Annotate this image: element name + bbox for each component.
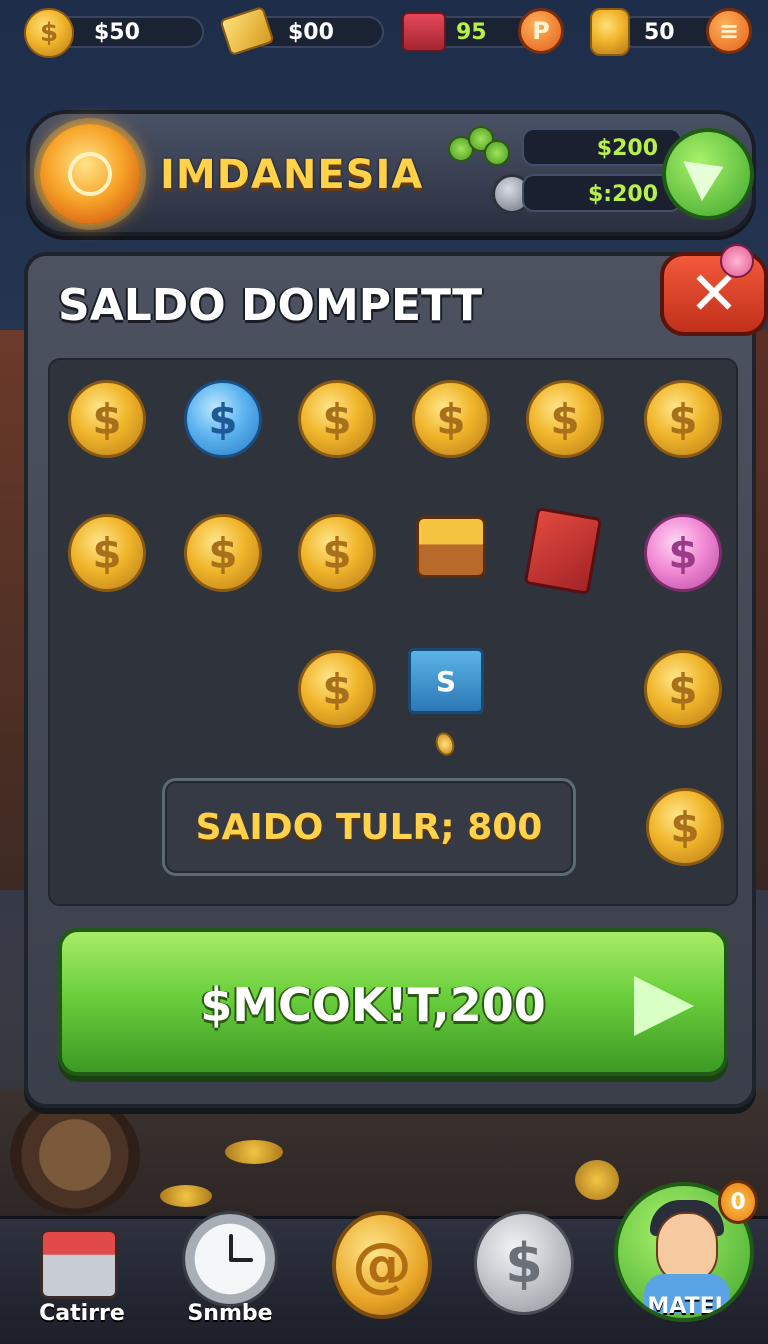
gold-coin-item[interactable]: $ <box>526 380 604 458</box>
nav-item-center-coin[interactable]: @ <box>330 1211 434 1344</box>
treasure-chest-item[interactable] <box>416 516 486 578</box>
coin-stack-icon <box>590 8 630 56</box>
resource-bar: $ $50 $00 95 P 50 ≡ <box>0 5 768 58</box>
gold-coin-nav-icon: @ <box>332 1211 432 1319</box>
close-badge-icon <box>720 244 754 278</box>
silver-coin-nav-icon: $ <box>474 1211 574 1315</box>
avatar-face <box>656 1212 718 1282</box>
gold-bars-counter[interactable]: $00 <box>219 5 384 57</box>
coin-icon: $ <box>24 8 74 58</box>
background-barrel <box>10 1095 140 1215</box>
header-title: IMDANESIA <box>160 152 424 198</box>
nav-item-catirre[interactable]: Catirre <box>12 1219 152 1344</box>
small-coin-icon <box>432 729 458 759</box>
nav-label-catirre: Catirre <box>39 1301 125 1326</box>
pink-coin-item[interactable]: $ <box>644 514 722 592</box>
nav-label-snmbe: Snmbe <box>187 1301 273 1326</box>
dialog-title: SALDO DOMPETT <box>58 280 483 331</box>
background-coin <box>575 1160 619 1200</box>
arrow-right-icon <box>634 976 694 1036</box>
gold-coin-item[interactable]: $ <box>646 788 724 866</box>
gold-coin-item[interactable]: $ <box>644 380 722 458</box>
gold-coin-item[interactable]: $ <box>298 650 376 728</box>
shop-stall-icon <box>40 1229 118 1299</box>
item-grid: $ $ $ $ $ $ $ $ $ $ $ S $ $ SAIDO TULR; … <box>48 358 738 906</box>
coins-value: $50 <box>94 20 140 45</box>
gift-value: 95 <box>456 20 487 45</box>
clover-icon <box>448 126 514 172</box>
stack-counter[interactable]: 50 ≡ <box>588 8 756 56</box>
gold-bars-value: $00 <box>288 20 334 45</box>
header-value-bottom: $:200 <box>522 174 682 212</box>
gold-coin-item[interactable]: $ <box>184 514 262 592</box>
header-panel: IMDANESIA $200 $:200 <box>26 110 756 236</box>
gold-coin-item[interactable]: $ <box>68 514 146 592</box>
menu-button[interactable]: ≡ <box>706 8 752 54</box>
balance-total-box: SAIDO TULR; 800 <box>162 778 576 876</box>
stack-value: 50 <box>644 20 675 45</box>
sun-emblem-icon <box>40 124 140 224</box>
red-book-item[interactable] <box>523 506 603 596</box>
blue-gift-box-item[interactable]: S <box>408 648 484 714</box>
checkout-button-label: $MCOK!T,200 <box>200 978 546 1032</box>
gold-coin-item[interactable]: $ <box>298 514 376 592</box>
gold-coin-item[interactable]: $ <box>68 380 146 458</box>
go-button[interactable] <box>662 128 754 220</box>
nav-item-silver-coin[interactable]: $ <box>472 1211 576 1344</box>
p-button[interactable]: P <box>518 8 564 54</box>
profile-label: MATEL <box>647 1294 729 1319</box>
background-coin <box>160 1185 212 1207</box>
gift-counter[interactable]: 95 P <box>400 8 568 54</box>
header-value-top: $200 <box>522 128 682 166</box>
checkout-button[interactable]: $MCOK!T,200 <box>58 928 728 1076</box>
gold-bar-icon <box>219 5 275 57</box>
gold-coin-item[interactable]: $ <box>412 380 490 458</box>
coins-counter[interactable]: $ $50 <box>24 8 204 58</box>
gold-coin-item[interactable]: $ <box>644 650 722 728</box>
nav-item-snmbe[interactable]: Snmbe <box>160 1211 300 1344</box>
balance-total-text: SAIDO TULR; 800 <box>195 807 543 848</box>
clock-icon <box>182 1211 278 1307</box>
gold-coin-item[interactable]: $ <box>298 380 376 458</box>
background-coin <box>225 1140 283 1164</box>
notification-badge: 0 <box>718 1180 758 1224</box>
blue-coin-item[interactable]: $ <box>184 380 262 458</box>
gift-box-icon <box>402 12 446 52</box>
arrow-right-icon <box>683 146 733 202</box>
wallet-dialog: SALDO DOMPETT $ $ $ $ $ $ $ $ $ $ $ S $ … <box>24 252 756 1108</box>
